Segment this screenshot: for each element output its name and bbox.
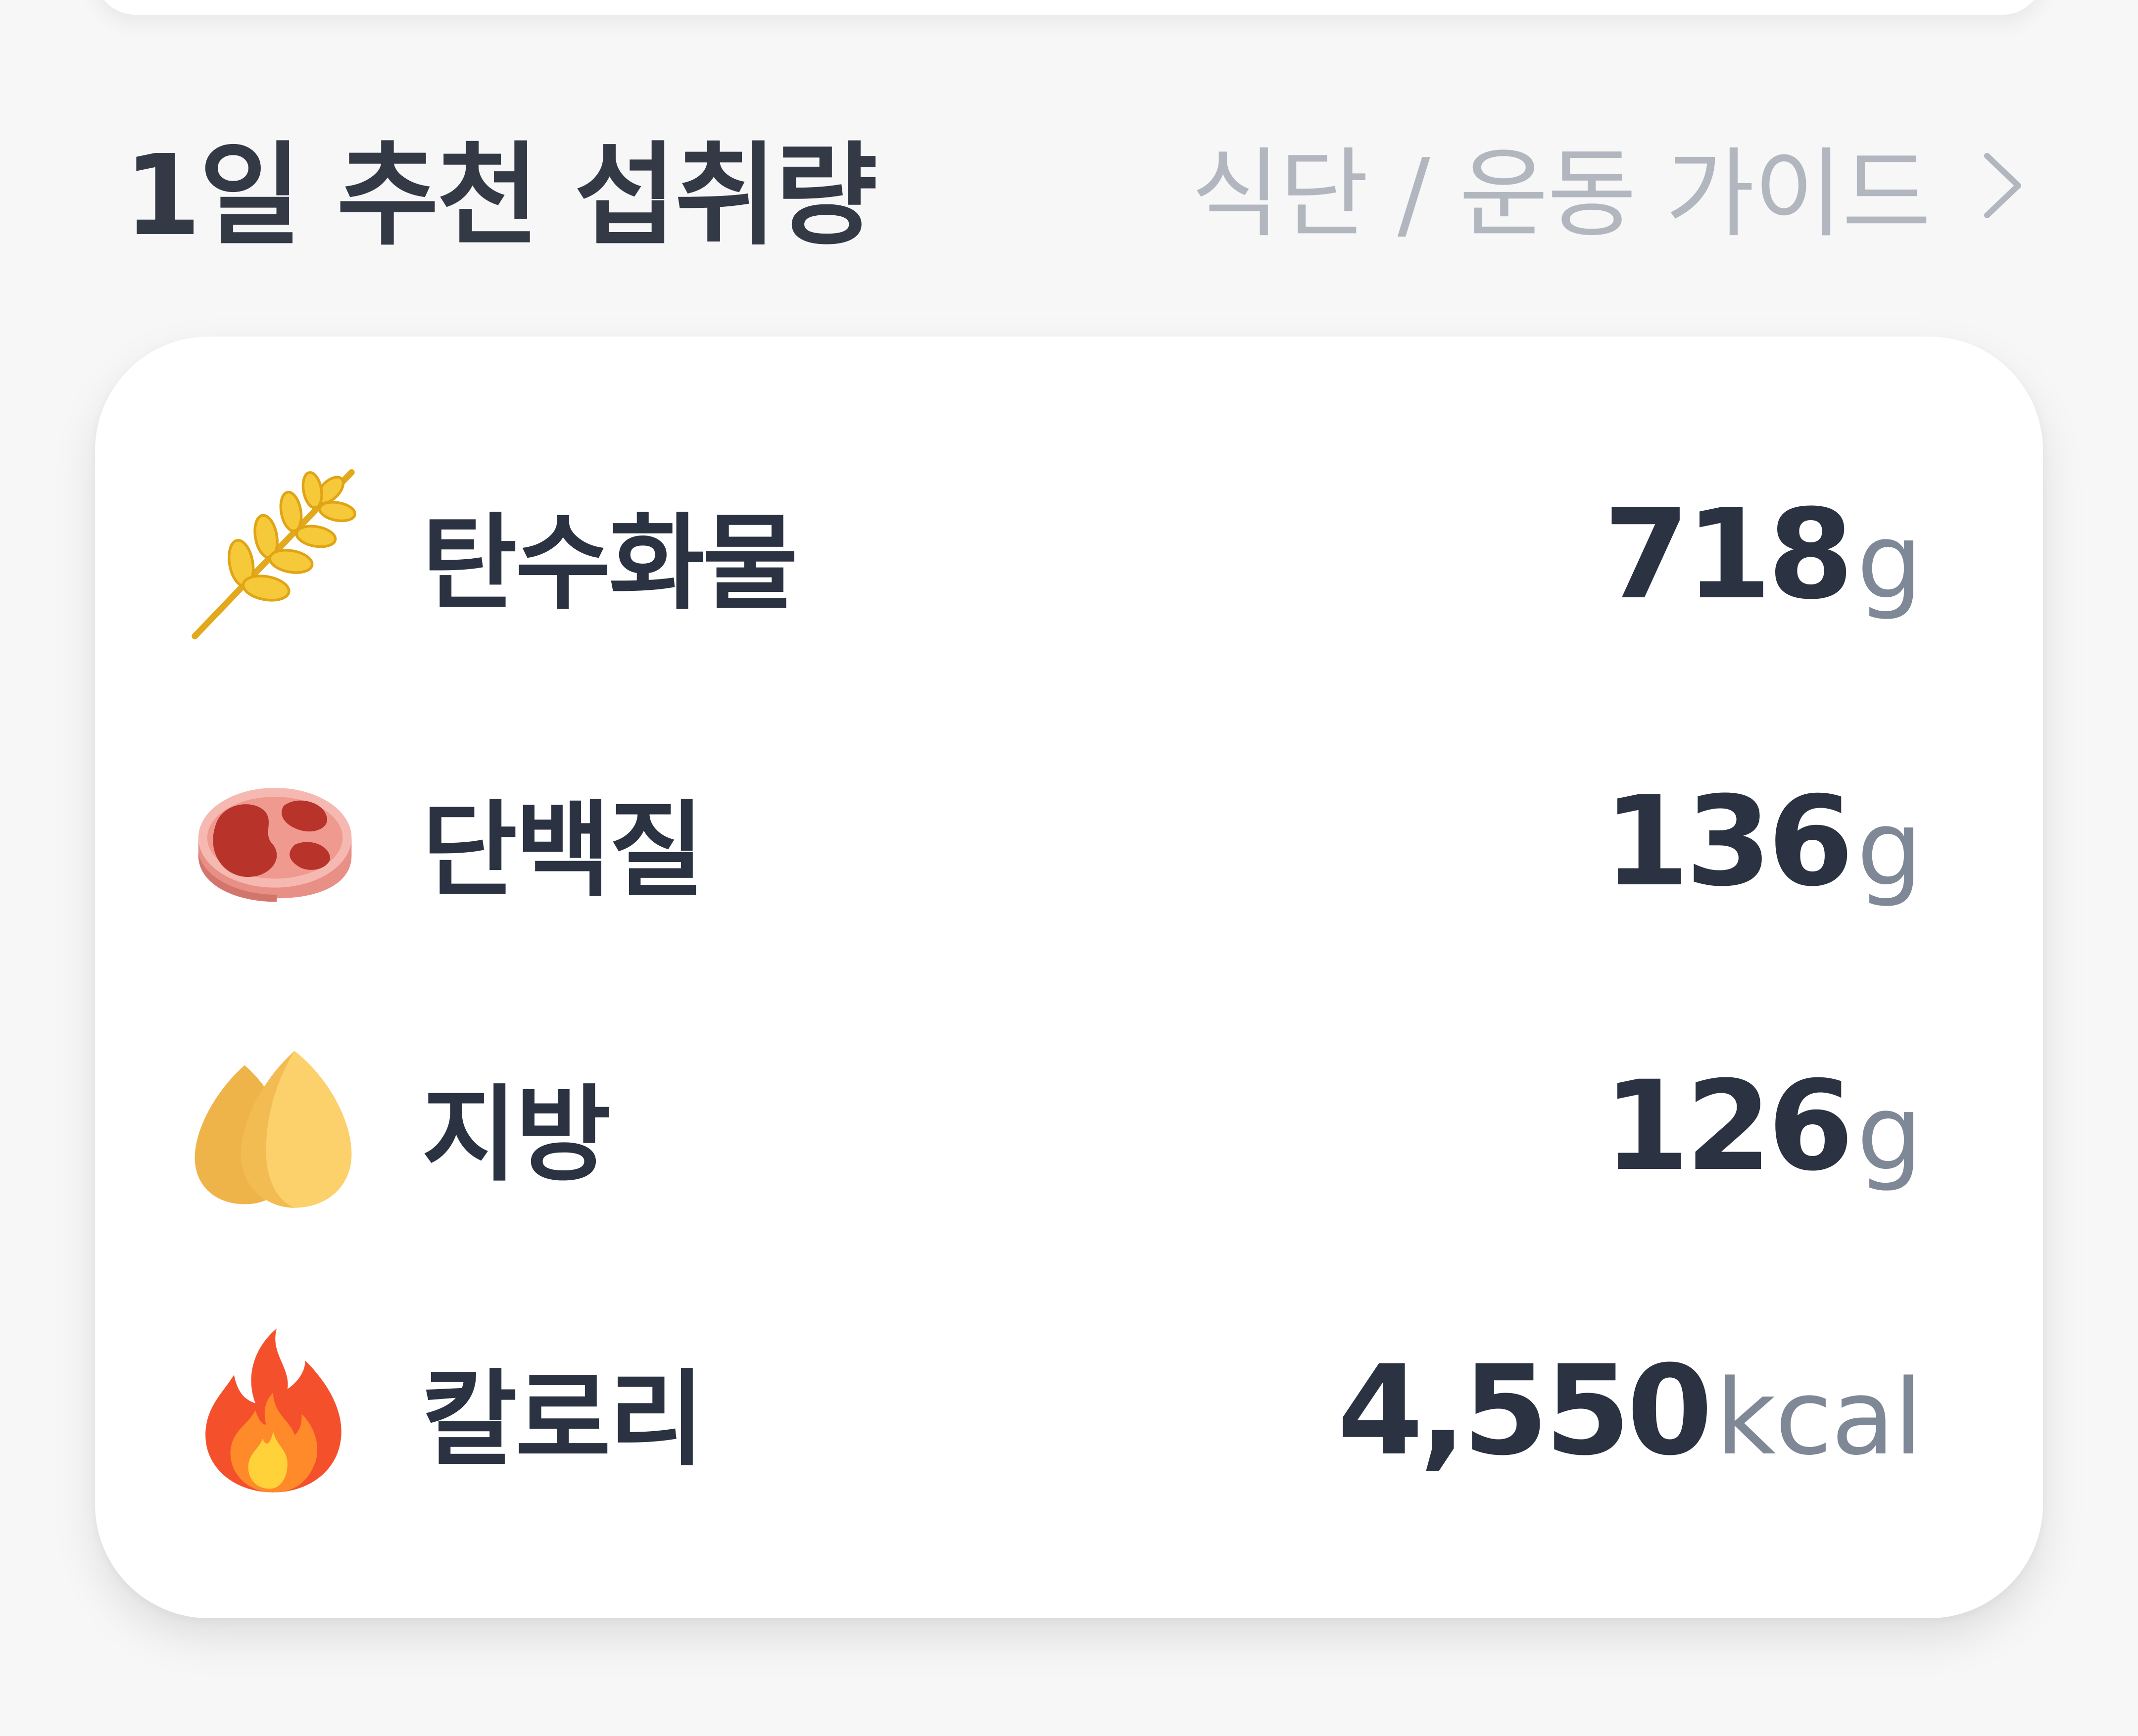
- daily-intake-card: 탄수화물 718 g 단백질 136 g 지방 126 g 칼로리 4,550 …: [95, 337, 2043, 1618]
- nutrient-row-fat: 지방 126 g: [95, 1022, 2043, 1230]
- nutrient-amount: 126 g: [1603, 1054, 1923, 1198]
- nutrient-row-carbohydrate: 탄수화물 718 g: [95, 450, 2043, 658]
- nutrient-value: 4,550: [1337, 1338, 1713, 1483]
- nutrient-value: 136: [1603, 769, 1854, 914]
- nutrient-row-protein: 단백질 136 g: [95, 737, 2043, 945]
- nutrient-unit: g: [1856, 787, 1923, 909]
- page-title: 1일 추천 섭취량: [124, 131, 877, 261]
- guide-link-label: 식단 / 운동 가이드: [1191, 138, 1931, 251]
- previous-card-edge: [94, 0, 2044, 15]
- nut-icon: [194, 1051, 352, 1208]
- nutrient-amount: 136 g: [1603, 769, 1923, 914]
- nutrient-value: 126: [1603, 1054, 1854, 1198]
- nutrient-unit: kcal: [1715, 1356, 1923, 1478]
- nutrient-row-calorie: 칼로리 4,550 kcal: [95, 1306, 2043, 1514]
- nutrient-label: 탄수화물: [422, 503, 798, 624]
- nutrient-label: 단백질: [422, 790, 705, 911]
- diet-exercise-guide-link[interactable]: 식단 / 운동 가이드: [1191, 116, 2039, 256]
- nutrient-label: 지방: [422, 1074, 611, 1196]
- meat-icon: [198, 788, 352, 902]
- section-header: 1일 추천 섭취량 식단 / 운동 가이드: [124, 124, 2039, 261]
- nutrient-unit: g: [1856, 1072, 1923, 1194]
- fire-icon: [205, 1328, 341, 1493]
- wheat-icon: [192, 469, 356, 639]
- nutrient-unit: g: [1856, 500, 1923, 622]
- nutrient-value: 718: [1603, 482, 1854, 627]
- chevron-right-icon: [1984, 153, 2021, 218]
- nutrient-label: 칼로리: [422, 1359, 705, 1480]
- nutrient-amount: 718 g: [1603, 482, 1923, 627]
- nutrient-amount: 4,550 kcal: [1337, 1338, 1923, 1483]
